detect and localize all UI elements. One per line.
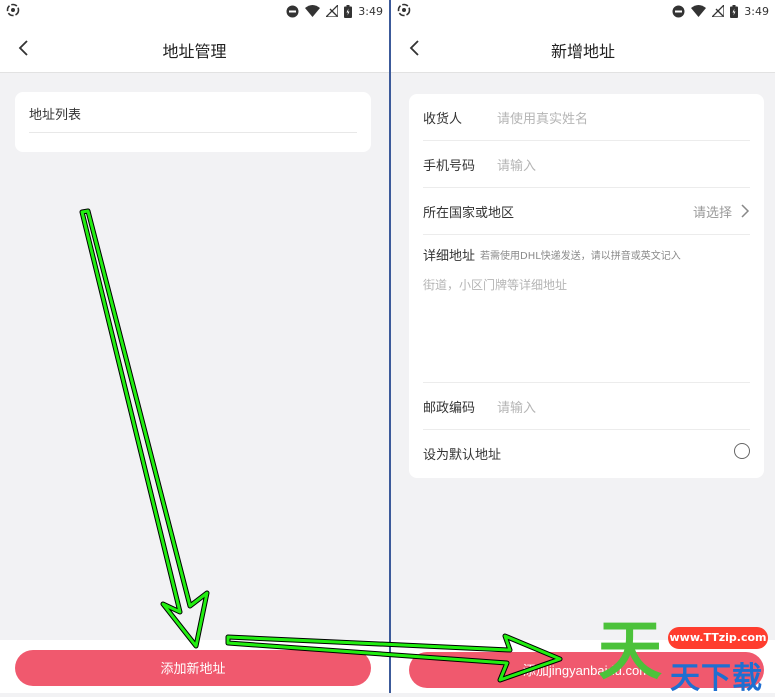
watermark-url: www.TTzip.com [668,627,768,649]
status-icons: 3:49 [286,3,383,19]
battery-icon [730,4,739,18]
address-form: 收货人 请使用真实姓名 手机号码 请输入 所在国家或地区 请选择 详细地址 若需… [409,94,764,478]
status-bar: 3:49 [391,0,775,24]
battery-icon [344,4,353,18]
status-bar: 3:49 [0,0,389,24]
nav-bar: 新增地址 [391,24,775,73]
wifi-icon [691,5,707,17]
region-select[interactable]: 请选择 [693,202,732,221]
divider [29,132,357,133]
phone-row[interactable]: 手机号码 请输入 [423,141,750,188]
address-list-label: 地址列表 [29,108,82,123]
default-address-row[interactable]: 设为默认地址 [423,430,750,476]
sync-icon [6,3,20,17]
region-row[interactable]: 所在国家或地区 请选择 [423,188,750,235]
postcode-row[interactable]: 邮政编码 请输入 [423,383,750,430]
phone-input[interactable]: 请输入 [497,155,536,174]
recipient-input[interactable]: 请使用真实姓名 [497,108,588,127]
no-signal-icon [326,5,339,17]
dnd-icon [286,5,299,17]
detailed-address-hint: 若需使用DHL快递发送，请以拼音或英文记入 [480,251,681,262]
postcode-label: 邮政编码 [423,401,476,416]
phone-label: 手机号码 [423,159,476,174]
status-time: 3:49 [358,4,383,18]
watermark-big-char: 天 [598,615,662,689]
sync-icon [397,3,411,17]
watermark-logo: 天 www.TTzip.com 天下载 [598,615,775,696]
recipient-row[interactable]: 收货人 请使用真实姓名 [423,94,750,141]
region-label: 所在国家或地区 [423,206,515,221]
recipient-label: 收货人 [423,112,463,127]
default-address-radio[interactable] [734,443,750,459]
address-management-screen: 3:49 地址管理 地址列表 添加新地址 [0,0,389,693]
address-list-card: 地址列表 [15,92,371,152]
status-icons: 3:49 [672,3,769,19]
detailed-address-label: 详细地址 [423,249,476,264]
chevron-right-icon [741,204,750,218]
dnd-icon [672,5,685,17]
add-address-button[interactable]: 添加新地址 [15,650,371,686]
detailed-address-input[interactable]: 街道，小区门牌等详细地址 [423,276,567,293]
watermark-text: 天下载 [670,661,763,696]
status-time: 3:49 [744,4,769,18]
postcode-input[interactable]: 请输入 [497,397,536,416]
new-address-screen: 3:49 新增地址 收货人 请使用真实姓名 手机号码 请输入 所在国家或地区 请… [391,0,775,693]
page-title: 新增地址 [550,42,615,61]
page-title: 地址管理 [162,42,227,61]
wifi-icon [305,5,321,17]
no-signal-icon [712,5,725,17]
default-address-label: 设为默认地址 [423,448,502,463]
nav-bar: 地址管理 [0,24,389,73]
detailed-address-row[interactable]: 详细地址 若需使用DHL快递发送，请以拼音或英文记入 街道，小区门牌等详细地址 [423,235,750,383]
